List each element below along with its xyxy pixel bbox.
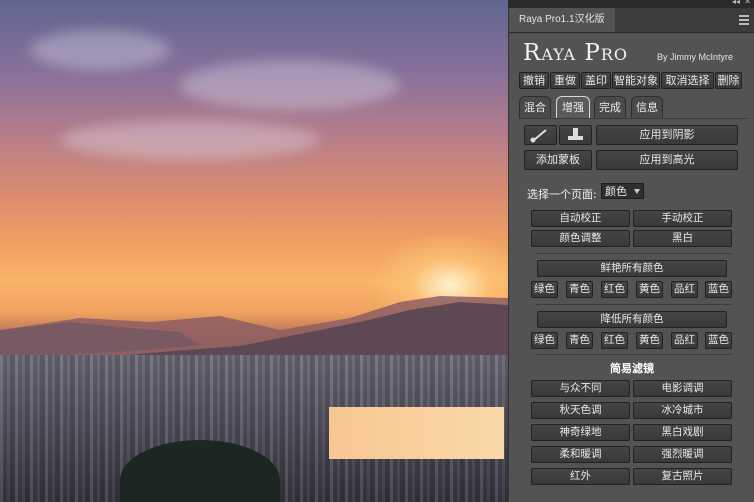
panel-menu-icon[interactable] xyxy=(739,15,749,27)
delete-button[interactable]: 删除 xyxy=(715,72,742,89)
panel-title-tab[interactable]: Raya Pro1.1汉化版 xyxy=(509,8,615,32)
filter-cinematic-button[interactable]: 电影调调 xyxy=(633,380,732,397)
stamp-tool-button[interactable] xyxy=(559,125,592,145)
color-swatch-overlay xyxy=(329,407,504,459)
divider xyxy=(536,304,732,305)
panel-dock-strip: ◂◂ ✕ xyxy=(508,0,754,8)
vivid-magenta-button[interactable]: 品红 xyxy=(671,281,698,298)
color-adjust-button[interactable]: 颜色调整 xyxy=(531,230,630,247)
manual-correct-button[interactable]: 手动校正 xyxy=(633,210,732,227)
divider xyxy=(536,354,732,355)
vivid-cyan-button[interactable]: 青色 xyxy=(566,281,593,298)
vivid-all-colors-button[interactable]: 鲜艳所有颜色 xyxy=(537,260,727,277)
close-icon[interactable]: ✕ xyxy=(744,0,751,6)
easy-filters-title: 简易滤镜 xyxy=(610,362,654,375)
collapse-icon[interactable]: ◂◂ xyxy=(732,0,740,6)
reduce-magenta-button[interactable]: 品红 xyxy=(671,332,698,349)
deselect-button[interactable]: 取消选择 xyxy=(661,72,714,89)
raya-pro-panel: Raya Pro1.1汉化版 Raya Pro By Jimmy McIntyr… xyxy=(508,8,754,502)
stamp-icon xyxy=(568,128,583,140)
reduce-cyan-button[interactable]: 青色 xyxy=(566,332,593,349)
vivid-green-button[interactable]: 绿色 xyxy=(531,281,558,298)
tab-info[interactable]: 信息 xyxy=(631,96,663,118)
undo-button[interactable]: 撤销 xyxy=(519,72,549,89)
filter-soft-warm-button[interactable]: 柔和暖调 xyxy=(531,446,630,463)
tab-finish[interactable]: 完成 xyxy=(594,96,626,118)
page-select-label: 选择一个页面: xyxy=(527,188,597,201)
stamp-button[interactable]: 盖印 xyxy=(581,72,611,89)
tab-blend[interactable]: 混合 xyxy=(519,96,551,118)
brand-byline: By Jimmy McIntyre xyxy=(657,52,734,62)
filter-infrared-button[interactable]: 红外 xyxy=(531,468,630,485)
photo-canvas xyxy=(0,0,508,502)
add-mask-button[interactable]: 添加蒙板 xyxy=(524,150,592,170)
reduce-yellow-button[interactable]: 黄色 xyxy=(636,332,663,349)
brush-button[interactable] xyxy=(524,125,557,145)
filter-autumn-button[interactable]: 秋天色调 xyxy=(531,402,630,419)
brand-logo: Raya Pro xyxy=(523,40,629,66)
vivid-red-button[interactable]: 红色 xyxy=(601,281,628,298)
filter-bw-drama-button[interactable]: 黑白戏剧 xyxy=(633,424,732,441)
panel-titlebar: Raya Pro1.1汉化版 xyxy=(509,8,754,33)
filter-cold-city-button[interactable]: 冰冷城市 xyxy=(633,402,732,419)
brush-icon xyxy=(530,129,547,143)
reduce-green-button[interactable]: 绿色 xyxy=(531,332,558,349)
tab-divider xyxy=(519,118,747,119)
filter-strong-warm-button[interactable]: 强烈暖调 xyxy=(633,446,732,463)
redo-button[interactable]: 重做 xyxy=(550,72,580,89)
divider xyxy=(536,253,732,254)
chevron-down-icon xyxy=(634,189,640,194)
filter-unique-button[interactable]: 与众不同 xyxy=(531,380,630,397)
reduce-blue-button[interactable]: 蓝色 xyxy=(705,332,732,349)
black-white-button[interactable]: 黑白 xyxy=(633,230,732,247)
reduce-red-button[interactable]: 红色 xyxy=(601,332,628,349)
tab-enhance[interactable]: 增强 xyxy=(556,96,590,118)
vivid-yellow-button[interactable]: 黄色 xyxy=(636,281,663,298)
auto-correct-button[interactable]: 自动校正 xyxy=(531,210,630,227)
page-select[interactable]: 颜色 xyxy=(601,183,644,199)
apply-to-shadows-button[interactable]: 应用到阴影 xyxy=(596,125,738,145)
apply-to-highlights-button[interactable]: 应用到高光 xyxy=(596,150,738,170)
filter-magic-green-button[interactable]: 神奇绿地 xyxy=(531,424,630,441)
reduce-all-colors-button[interactable]: 降低所有颜色 xyxy=(537,311,727,328)
filter-vintage-button[interactable]: 复古照片 xyxy=(633,468,732,485)
smart-object-button[interactable]: 智能对象 xyxy=(612,72,660,89)
page-select-value: 颜色 xyxy=(605,185,627,198)
vivid-blue-button[interactable]: 蓝色 xyxy=(705,281,732,298)
